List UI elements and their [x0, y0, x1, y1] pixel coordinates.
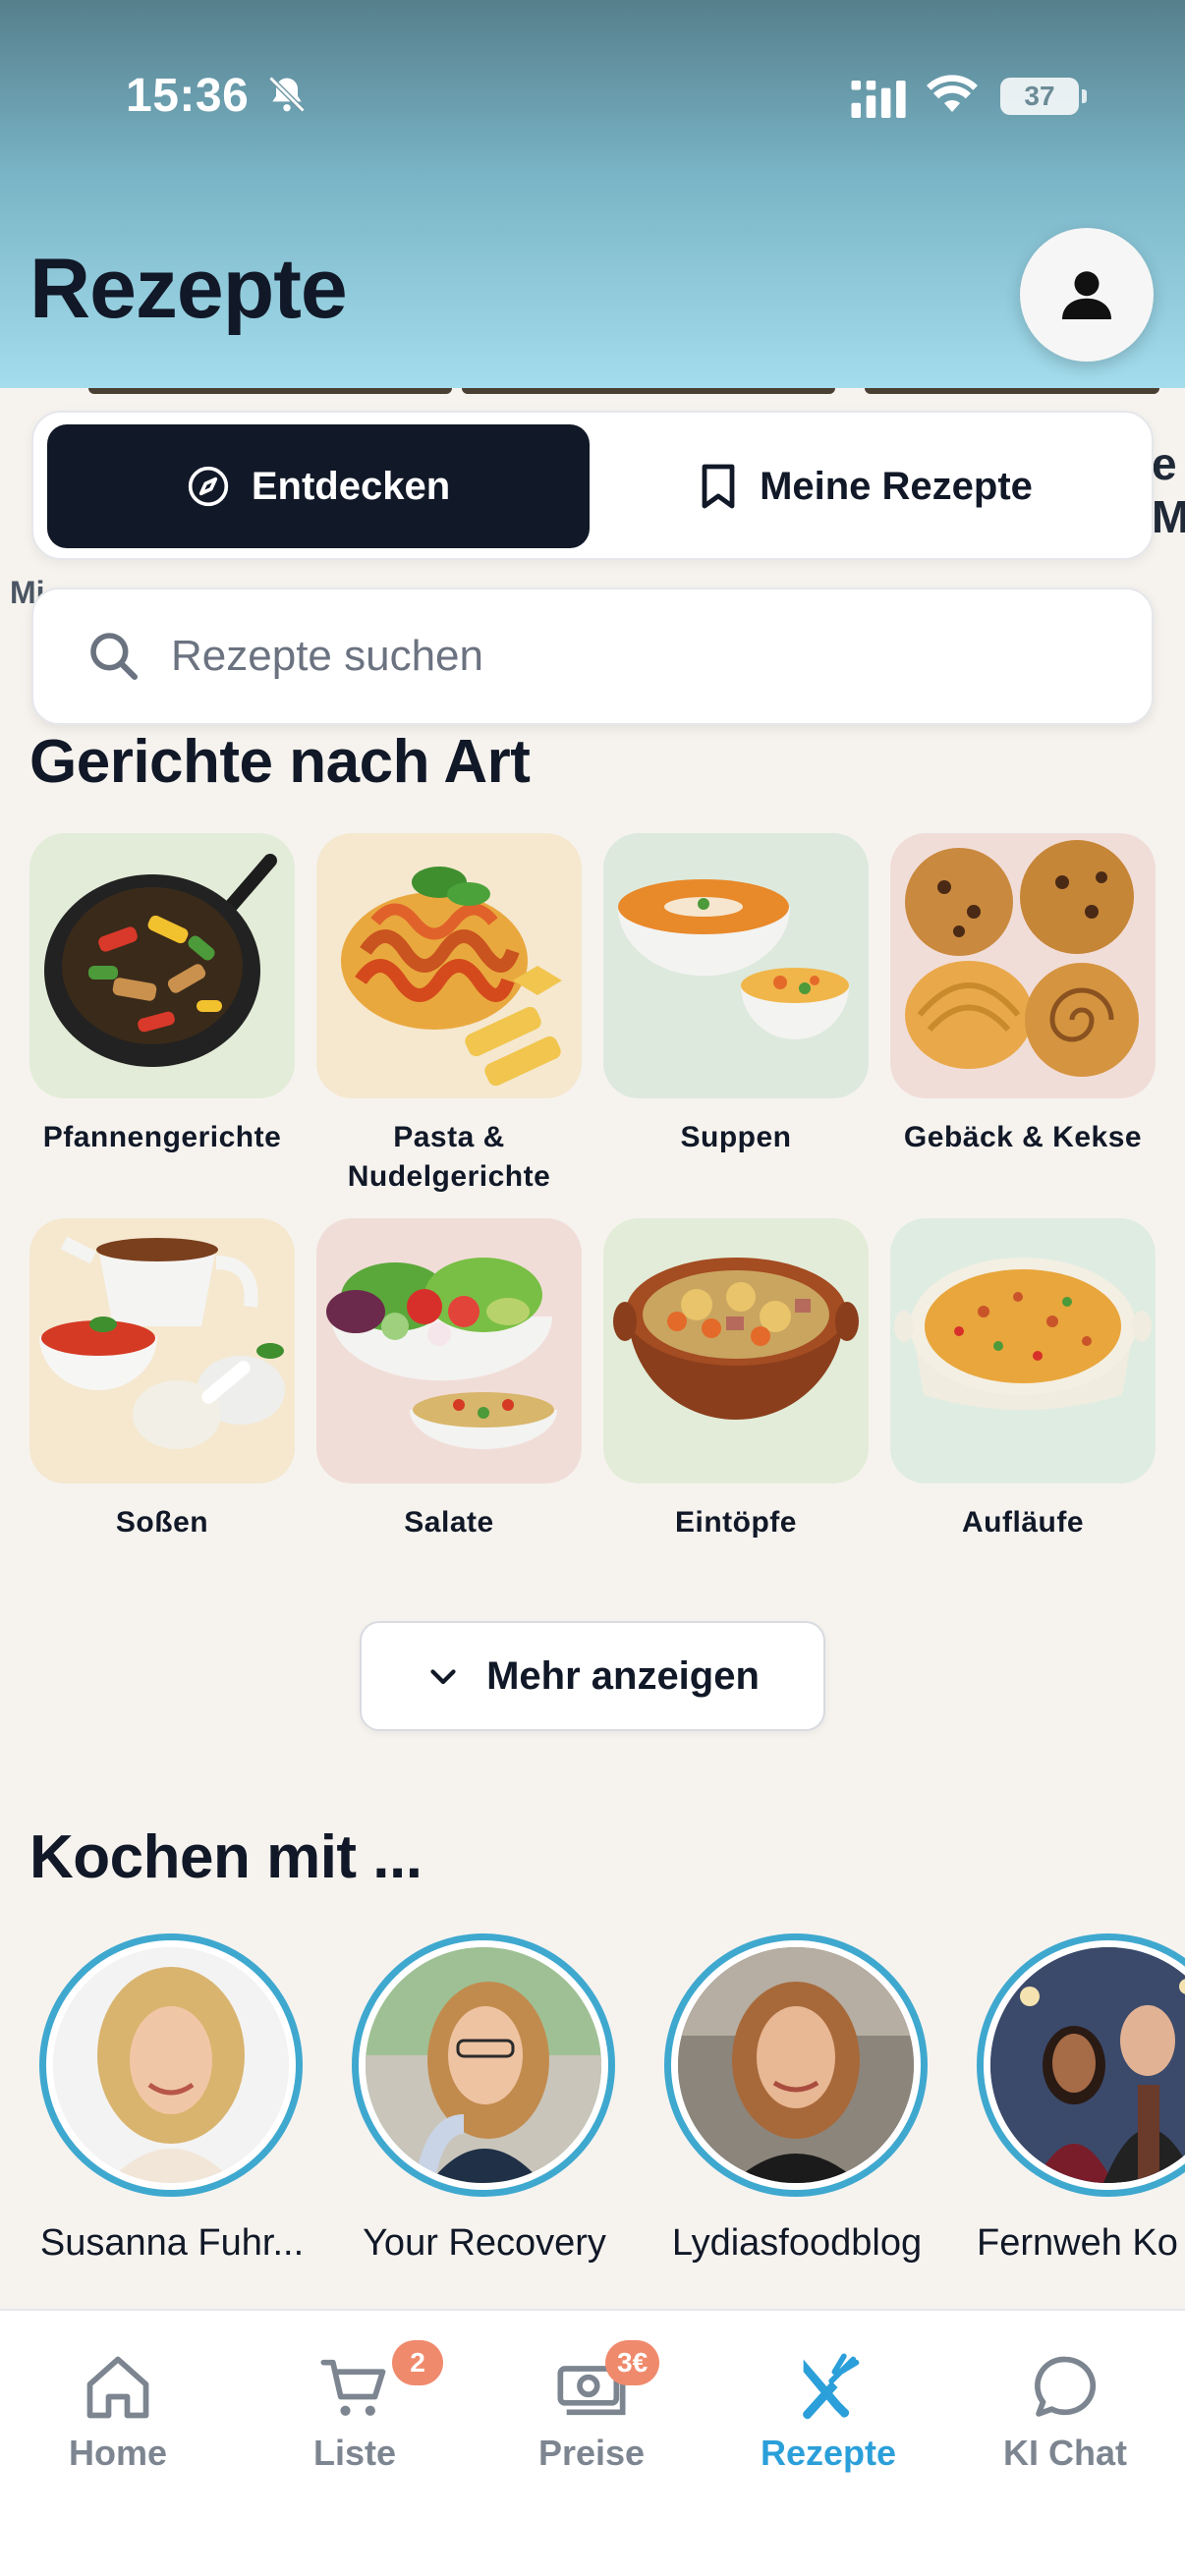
category-pasta[interactable]: Pasta & Nudelgerichte [316, 833, 582, 1197]
cart-icon [320, 2359, 386, 2416]
wifi-icon [927, 75, 978, 112]
category-label: Aufläufe [962, 1506, 1084, 1539]
category-label: Soßen [115, 1506, 209, 1539]
tab-my-recipes[interactable]: Meine Rezepte [590, 424, 1142, 548]
avatar [366, 1947, 601, 2183]
creator-name: Your Recovery [363, 2222, 606, 2264]
cart-count-badge: 2 [392, 2340, 443, 2385]
bookmark-icon [702, 464, 735, 509]
category-pan-dishes[interactable]: Pfannengerichte [29, 833, 295, 1157]
category-baked-goods[interactable]: Gebäck & Kekse [890, 833, 1156, 1157]
tab-label: KI Chat [1003, 2433, 1127, 2473]
category-sauces[interactable]: Soßen [29, 1218, 295, 1542]
chat-icon [1035, 2356, 1097, 2417]
price-badge: 3€ [605, 2340, 660, 2385]
tab-ai-chat[interactable]: KI Chat [957, 2350, 1173, 2474]
category-soups[interactable]: Suppen [603, 833, 869, 1157]
tab-recipes[interactable]: Rezepte [720, 2350, 936, 2474]
profile-button[interactable] [1020, 228, 1154, 362]
category-label: Pfannengerichte [42, 1121, 282, 1153]
battery-indicator: 37 [1000, 78, 1087, 115]
tab-label: Preise [537, 2433, 646, 2473]
tab-label: Home [68, 2433, 168, 2473]
compass-icon [188, 466, 229, 507]
tab-list[interactable]: 2 Liste [247, 2340, 463, 2474]
creator-name: Susanna Fuhr... [39, 2222, 305, 2264]
category-label: Gebäck & Kekse [903, 1121, 1143, 1153]
avatar [678, 1947, 914, 2183]
creator-avatar-ring [977, 1933, 1185, 2197]
user-icon [1062, 271, 1111, 319]
search-input[interactable]: Rezepte suchen [31, 588, 1154, 725]
categories-title: Gerichte nach Art [29, 728, 531, 796]
tab-discover-label: Entdecken [251, 464, 451, 508]
avatar [53, 1947, 289, 2183]
search-icon [90, 633, 139, 681]
tab-home[interactable]: Home [10, 2350, 226, 2474]
category-image [890, 1218, 1156, 1484]
category-image [316, 833, 582, 1098]
category-image [29, 833, 295, 1098]
avatar [990, 1947, 1185, 2183]
tab-prices[interactable]: 3€ Preise [483, 2340, 700, 2474]
category-image [603, 1218, 869, 1484]
creator-avatar-ring [352, 1933, 615, 2197]
creator-avatar-ring [39, 1933, 303, 2197]
peek-card-title: e M [1152, 438, 1185, 542]
category-casseroles[interactable]: Aufläufe [890, 1218, 1156, 1542]
creator-name: Lydiasfoodblog [671, 2222, 923, 2264]
bell-off-icon [268, 76, 306, 113]
show-more-label: Mehr anzeigen [486, 1653, 760, 1698]
search-placeholder: Rezepte suchen [171, 632, 483, 680]
status-time: 15:36 [126, 70, 250, 122]
page-title: Rezepte [29, 242, 348, 336]
tab-label: Liste [312, 2433, 397, 2473]
category-stews[interactable]: Eintöpfe [603, 1218, 869, 1542]
creator-item[interactable]: Fernweh Ko [977, 1933, 1185, 2265]
header: 15:36 37 Rezepte [0, 0, 1185, 388]
segmented-control: Entdecken Meine Rezepte [31, 411, 1154, 560]
chevron-down-icon [430, 1669, 456, 1685]
category-label: Eintöpfe [675, 1506, 797, 1539]
tab-label: Rezepte [760, 2433, 897, 2473]
show-more-button[interactable]: Mehr anzeigen [360, 1621, 825, 1731]
category-image [316, 1218, 582, 1484]
creators-title: Kochen mit ... [29, 1823, 423, 1891]
category-image [603, 833, 869, 1098]
tab-discover[interactable]: Entdecken [47, 424, 590, 548]
battery-level: 37 [1024, 81, 1055, 111]
creator-name: Fernweh Ko [977, 2222, 1178, 2264]
category-label: Salate [404, 1506, 494, 1539]
tab-my-recipes-label: Meine Rezepte [760, 464, 1033, 508]
signal-icon [851, 81, 906, 118]
category-label: Suppen [680, 1121, 792, 1153]
creator-item[interactable]: Your Recovery [352, 1933, 617, 2265]
creator-avatar-ring [664, 1933, 928, 2197]
cutlery-icon [803, 2353, 860, 2420]
category-image [890, 833, 1156, 1098]
bottom-tab-bar: Home 2 Liste 3€ Preise Rezepte KI Chat [0, 2309, 1185, 2576]
home-icon [86, 2356, 149, 2419]
creator-item[interactable]: Lydiasfoodblog [664, 1933, 930, 2265]
category-image [29, 1218, 295, 1484]
creator-item[interactable]: Susanna Fuhr... [39, 1933, 305, 2265]
category-label: Pasta & Nudelgerichte [347, 1121, 551, 1193]
category-salads[interactable]: Salate [316, 1218, 582, 1542]
